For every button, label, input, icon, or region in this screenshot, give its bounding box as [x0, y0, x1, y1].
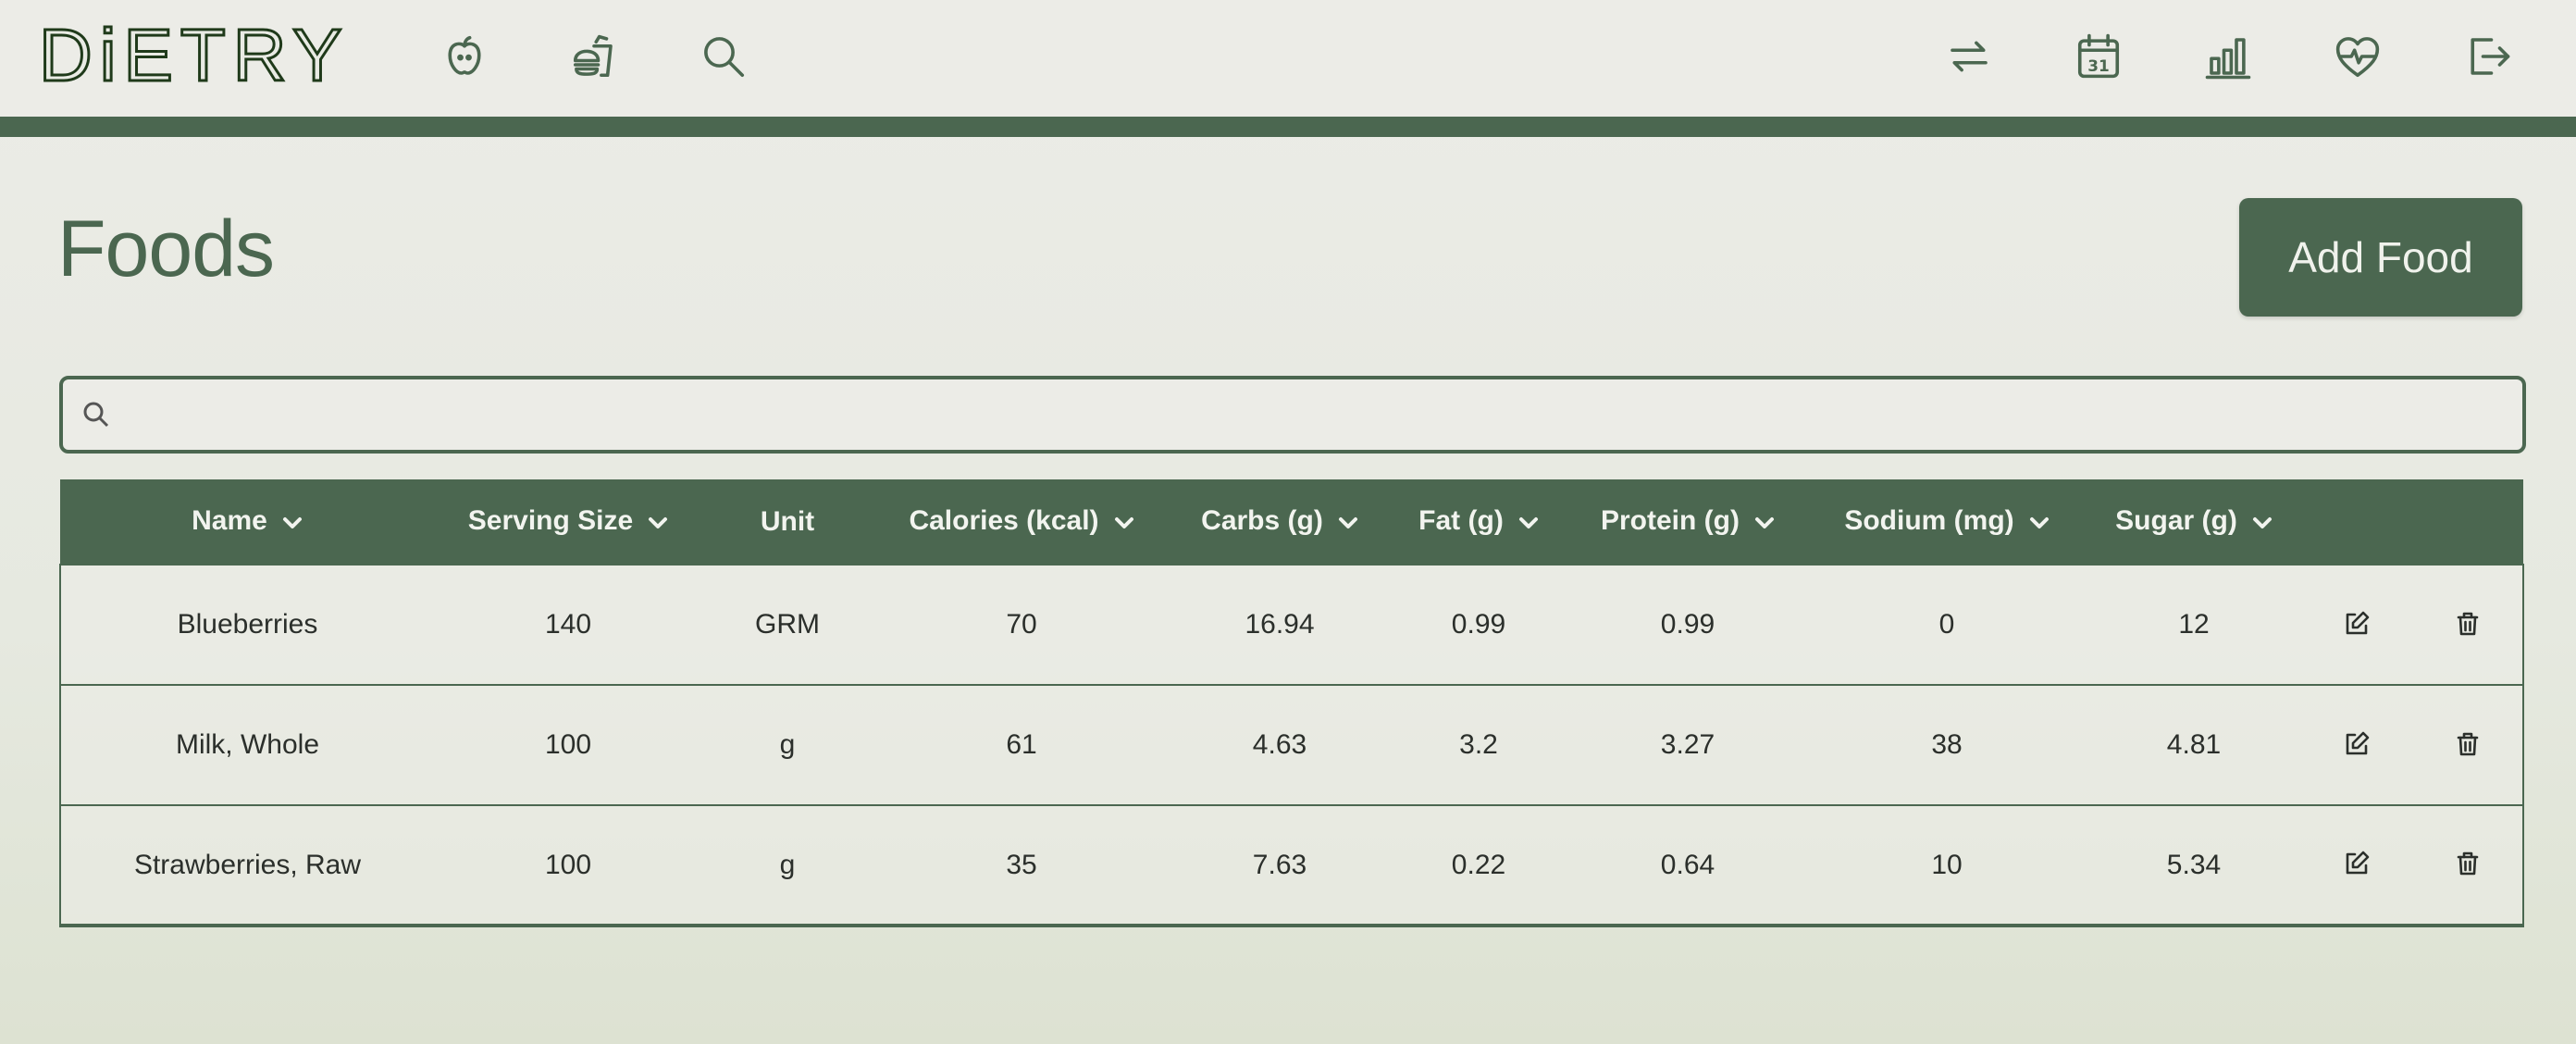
add-food-button[interactable]: Add Food — [2239, 198, 2522, 317]
cell-protein: 0.64 — [1568, 804, 1807, 927]
fast-food-icon[interactable] — [568, 28, 620, 85]
cell-unit: g — [702, 684, 873, 805]
column-header-fat[interactable]: Fat (g) — [1389, 479, 1568, 565]
cell-fat: 0.99 — [1389, 564, 1568, 685]
cell-serving-size: 100 — [434, 684, 702, 805]
column-header-name[interactable]: Name — [60, 479, 434, 565]
cell-name: Strawberries, Raw — [59, 804, 434, 927]
cell-carbs: 16.94 — [1170, 564, 1389, 685]
page-title: Foods — [57, 205, 275, 293]
calendar-day: 31 — [2087, 56, 2109, 75]
column-header-calories[interactable]: Calories (kcal) — [873, 479, 1170, 565]
cell-calories: 35 — [873, 804, 1170, 927]
cell-sodium: 10 — [1807, 804, 2087, 927]
cell-fat: 0.22 — [1389, 804, 1568, 927]
logout-icon[interactable] — [2461, 28, 2513, 85]
column-header-carbs[interactable]: Carbs (g) — [1170, 479, 1389, 565]
search-icon — [81, 400, 111, 429]
column-header-protein[interactable]: Protein (g) — [1568, 479, 1807, 565]
table-row: Blueberries 140 GRM 70 16.94 0.99 0.99 0… — [59, 564, 2524, 685]
column-header-sugar[interactable]: Sugar (g) — [2087, 479, 2301, 565]
edit-icon[interactable] — [2338, 726, 2375, 763]
cell-sodium: 0 — [1807, 564, 2087, 685]
cell-serving-size: 140 — [434, 564, 702, 685]
cell-unit: g — [702, 804, 873, 927]
cell-serving-size: 100 — [434, 804, 702, 927]
column-header-delete — [2412, 479, 2523, 565]
chevron-down-icon — [1114, 506, 1134, 538]
swap-icon[interactable] — [1943, 28, 1995, 85]
heart-pulse-icon[interactable] — [2332, 28, 2384, 85]
cell-name: Blueberries — [59, 564, 434, 685]
cell-sodium: 38 — [1807, 684, 2087, 805]
table-row: Milk, Whole 100 g 61 4.63 3.2 3.27 38 4.… — [59, 684, 2524, 805]
search-field[interactable] — [59, 376, 2526, 454]
cell-carbs: 4.63 — [1170, 684, 1389, 805]
trash-icon[interactable] — [2449, 726, 2486, 763]
app-logo[interactable]: DiETRY — [37, 14, 350, 96]
chevron-down-icon — [1518, 506, 1539, 538]
cell-sugar: 5.34 — [2087, 804, 2301, 927]
trash-icon[interactable] — [2449, 845, 2486, 882]
search-input[interactable] — [128, 387, 2509, 444]
column-header-edit — [2301, 479, 2412, 565]
cell-protein: 0.99 — [1568, 564, 1807, 685]
column-header-unit: Unit — [760, 505, 815, 537]
cell-protein: 3.27 — [1568, 684, 1807, 805]
column-header-sodium[interactable]: Sodium (mg) — [1807, 479, 2087, 565]
cell-calories: 61 — [873, 684, 1170, 805]
navbar-underline — [0, 117, 2576, 137]
cell-unit: GRM — [702, 564, 873, 685]
table-row: Strawberries, Raw 100 g 35 7.63 0.22 0.6… — [59, 804, 2524, 927]
cell-sugar: 12 — [2087, 564, 2301, 685]
cell-carbs: 7.63 — [1170, 804, 1389, 927]
table-header-row: Name Serving Size Unit Calories (kcal) C… — [60, 479, 2523, 565]
trash-icon[interactable] — [2449, 605, 2486, 642]
chevron-down-icon — [2252, 506, 2273, 538]
app-logo-text: DiETRY — [37, 14, 350, 96]
chevron-down-icon — [648, 506, 668, 538]
chevron-down-icon — [1754, 506, 1775, 538]
top-navbar: DiETRY 31 — [0, 0, 2576, 117]
chevron-down-icon — [1338, 506, 1358, 538]
chevron-down-icon — [2029, 506, 2050, 538]
apple-icon[interactable] — [439, 28, 490, 85]
edit-icon[interactable] — [2338, 845, 2375, 882]
cell-name: Milk, Whole — [59, 684, 434, 805]
bar-chart-icon[interactable] — [2202, 28, 2254, 85]
cell-calories: 70 — [873, 564, 1170, 685]
foods-table: Name Serving Size Unit Calories (kcal) C… — [59, 479, 2524, 927]
chevron-down-icon — [282, 506, 303, 538]
search-icon[interactable] — [698, 28, 749, 85]
calendar-icon[interactable]: 31 — [2073, 28, 2124, 85]
edit-icon[interactable] — [2338, 605, 2375, 642]
column-header-serving-size[interactable]: Serving Size — [434, 479, 702, 565]
cell-fat: 3.2 — [1389, 684, 1568, 805]
cell-sugar: 4.81 — [2087, 684, 2301, 805]
